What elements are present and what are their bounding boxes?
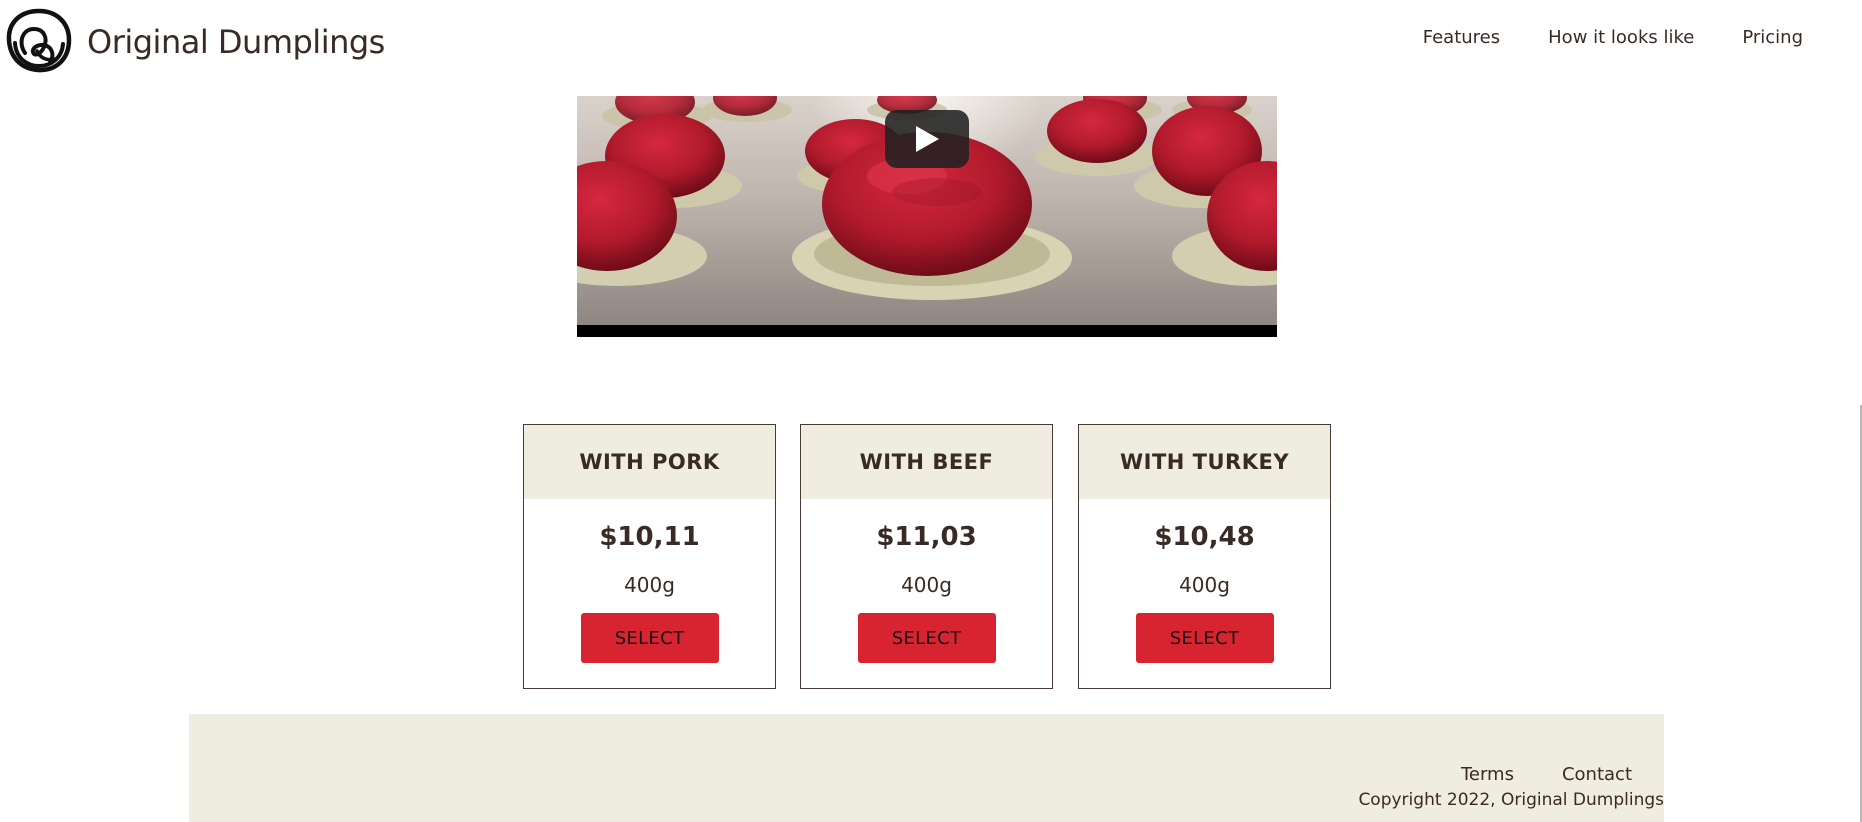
- plan-weight: 400g: [1179, 573, 1230, 597]
- plan-card-beef: WITH BEEF $11,03 400g SELECT: [800, 424, 1053, 689]
- footer-links: Terms Contact: [1461, 764, 1632, 785]
- plan-weight: 400g: [901, 573, 952, 597]
- plan-card-pork: WITH PORK $10,11 400g SELECT: [523, 424, 776, 689]
- plan-price: $10,48: [1154, 522, 1255, 552]
- nav-features[interactable]: Features: [1423, 27, 1500, 48]
- plan-card-turkey: WITH TURKEY $10,48 400g SELECT: [1078, 424, 1331, 689]
- dumpling-logo-icon: [6, 8, 72, 73]
- video-player[interactable]: [577, 96, 1277, 337]
- nav-how-it-looks[interactable]: How it looks like: [1548, 27, 1694, 48]
- plan-name: WITH TURKEY: [1079, 425, 1330, 499]
- footer-contact-link[interactable]: Contact: [1562, 764, 1632, 785]
- main-nav: Features How it looks like Pricing: [1423, 27, 1803, 48]
- plan-name: WITH BEEF: [801, 425, 1052, 499]
- plan-price: $10,11: [599, 522, 700, 552]
- plan-weight: 400g: [624, 573, 675, 597]
- copyright-text: Copyright 2022, Original Dumplings: [1358, 790, 1664, 810]
- select-turkey-button[interactable]: SELECT: [1135, 613, 1274, 663]
- play-button[interactable]: [885, 110, 969, 168]
- site-footer: Terms Contact Copyright 2022, Original D…: [189, 714, 1664, 822]
- brand-name: Original Dumplings: [87, 23, 385, 61]
- select-beef-button[interactable]: SELECT: [857, 613, 996, 663]
- select-pork-button[interactable]: SELECT: [580, 613, 719, 663]
- plan-price: $11,03: [876, 522, 977, 552]
- play-icon: [916, 126, 939, 152]
- footer-terms-link[interactable]: Terms: [1461, 764, 1514, 785]
- site-header: Original Dumplings Features How it looks…: [0, 0, 1862, 84]
- nav-pricing[interactable]: Pricing: [1742, 27, 1803, 48]
- home-logo-link[interactable]: Original Dumplings: [4, 7, 385, 77]
- plan-name: WITH PORK: [524, 425, 775, 499]
